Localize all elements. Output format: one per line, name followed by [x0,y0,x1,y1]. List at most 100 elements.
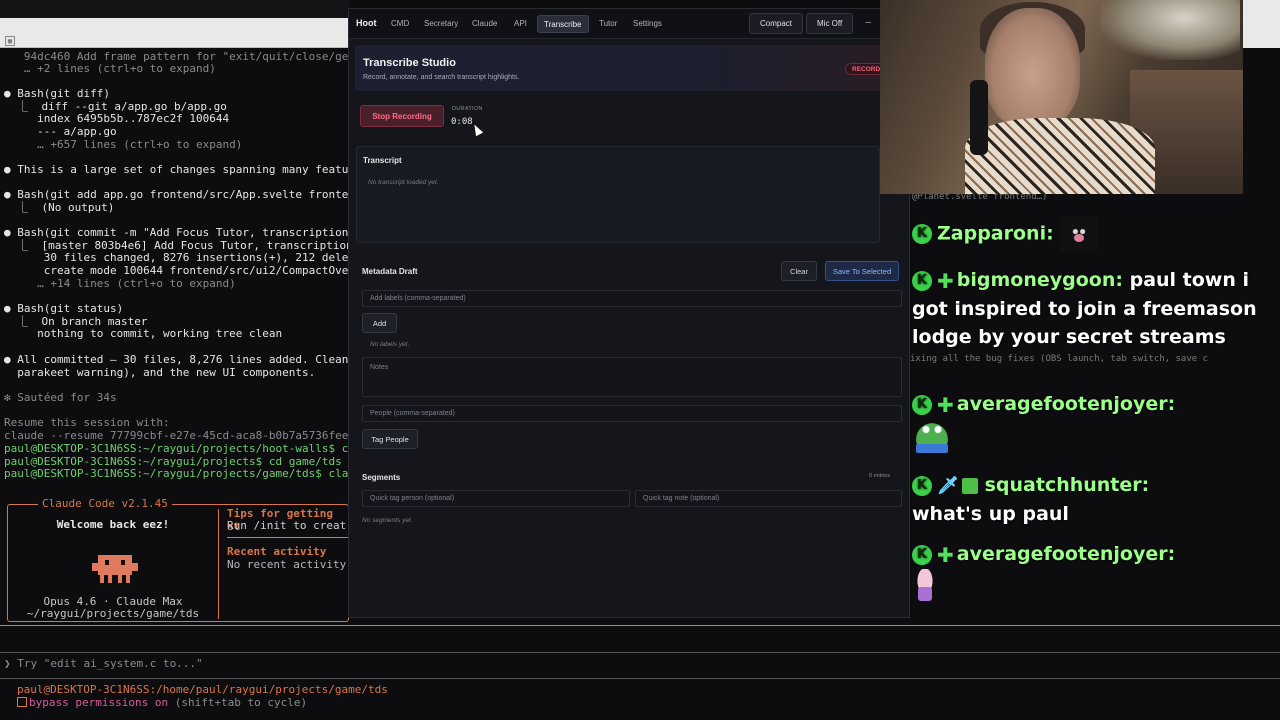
kick-badge-icon: K [912,475,932,496]
microphone-icon [970,80,988,155]
chat-message: K ✚ bigmoneygoon: paul town i got inspired… [912,266,1272,351]
gift-badge-icon [961,477,978,494]
no-labels-text: No labels yet. [370,341,410,348]
segments-count: 0 entries [869,473,891,479]
page-title: Transcribe Studio [363,57,456,69]
save-to-selected-button[interactable]: Save To Selected [825,261,899,281]
sword-badge-icon: 🗡 [937,475,959,496]
transcript-empty-text: No transcript loaded yet. [368,179,439,186]
minimize-button[interactable]: – [865,17,871,28]
kick-badge-icon: K [912,394,932,415]
add-label-button[interactable]: Add [362,313,397,333]
divider [227,537,349,538]
terminal-line: parakeet warning), and the new UI compon… [4,366,316,379]
transcript-card: Transcript No transcript loaded yet. [356,146,880,243]
terminal-line: ⎿ (No output) [4,201,115,214]
sub-badge-icon: ✚ [937,392,954,417]
chat-message: K 🗡 squatchhunter: what's up paul [912,471,1272,528]
terminal-line: ● Bash(git commit -m "Add Focus Tutor, t… [4,226,362,239]
kick-badge-icon: K [912,544,932,565]
divider [0,652,1280,653]
stop-recording-button[interactable]: Stop Recording [360,105,444,127]
clear-button[interactable]: Clear [781,261,817,281]
quick-tag-note-input[interactable]: Quick tag note (optional) [635,490,902,507]
ghost-terminal-text: ixing all the bug fixes (OBS launch, tab… [910,354,1209,364]
divider [0,625,1280,626]
tips-body: Run /init to create [227,519,347,532]
tab-claude[interactable]: Claude [466,15,503,33]
mouse-cursor-icon [470,122,484,137]
terminal-line: ● Bash(git status) [4,302,124,315]
terminal-line: paul@DESKTOP-3C1N6SS:~/raygui/projects/h… [4,442,355,455]
chat-username: averagefootenjoyer: [956,543,1176,565]
metadata-title: Metadata Draft [362,267,418,276]
compact-button[interactable]: Compact [749,13,804,34]
people-input[interactable]: People (comma-separated) [362,405,902,422]
terminal-line: paul@DESKTOP-3C1N6SS:~/raygui/projects/g… [4,467,362,480]
mic-toggle-button[interactable]: Mic Off [806,13,854,34]
claude-code-welcome-box: Claude Code v2.1.45 Welcome back eez! Op… [7,497,349,622]
terminal-line: ● Bash(git diff) [4,87,110,100]
tab-settings[interactable]: Settings [627,15,668,33]
tab-api[interactable]: API [508,15,533,33]
emote-icon [912,418,952,453]
terminal-line: ● This is a large set of changes spannin… [4,163,362,176]
tab-tutor[interactable]: Tutor [593,15,623,33]
studio-header: Transcribe Studio Record, annotate, and … [355,45,909,91]
emote-icon [912,568,938,603]
tab-transcribe[interactable]: Transcribe [537,15,589,33]
tab-secretary[interactable]: Secretary [418,15,464,33]
transcript-title: Transcript [363,156,402,165]
terminal-line: index 6495b5b..787ec2f 100644 [4,112,230,125]
terminal-titlebar [0,0,350,18]
divider [0,678,1280,679]
chat-message: K Zapparoni: [912,216,1272,252]
terminal-line: Resume this session with: [4,416,170,429]
chat-text: what's up paul [912,502,1069,525]
chat-username: bigmoneygoon: [956,269,1123,291]
project-path: ~/raygui/projects/game/tds [26,607,200,620]
page-subtitle: Record, annotate, and search transcript … [363,74,520,81]
terminal-line: claude --resume 77799cbf-e27e-45cd-aca8-… [4,429,349,442]
background-window-edge [1243,0,1280,48]
terminal-line: ✻ Sautéed for 34s [4,391,117,404]
kick-badge-icon: K [912,270,932,291]
prompt-input[interactable]: ❯ Try "edit ai_system.c to..." [4,657,203,670]
webcam-background-light [1100,0,1240,60]
labels-input[interactable]: Add labels (comma-separated) [362,290,902,307]
status-path: paul@DESKTOP-3C1N6SS:/home/paul/raygui/p… [17,683,388,696]
terminal-line: 30 files changed, 8276 insertions(+), 21… [4,251,362,264]
claude-code-title: Claude Code v2.1.45 [38,497,172,510]
terminal-line: ● All committed — 30 files, 8,276 lines … [4,353,362,366]
chat-overlay: @Planet.svelte frontend…) K Zapparoni: K ✚… [910,192,1280,622]
permissions-status: bypass permissions on (shift+tab to cycl… [17,696,307,709]
terminal-line: nothing to commit, working tree clean [4,327,283,340]
tag-people-button[interactable]: Tag People [362,429,418,449]
segments-title: Segments [362,473,401,482]
welcome-text: Welcome back eez! [56,518,170,531]
chat-message: K ✚ averagefootenjoyer: [912,390,1272,453]
webcam-feed [880,0,1243,194]
tab-cmd[interactable]: CMD [385,15,415,33]
terminal-line: … +657 lines (ctrl+o to expand) [4,138,243,151]
recent-activity-title: Recent activity [227,545,327,558]
emote-icon [1060,216,1099,252]
quick-tag-person-input[interactable]: Quick tag person (optional) [362,490,630,507]
chat-username: Zapparoni: [937,222,1054,245]
grid-icon[interactable]: ▦ [5,36,15,46]
claude-mascot-icon [92,555,138,583]
brand-logo[interactable]: Hoot [356,18,377,28]
chat-username: averagefootenjoyer: [956,393,1176,415]
duration-value: 0:08 [451,117,473,127]
permissions-hint: (shift+tab to cycle) [174,696,308,709]
terminal-line: … +14 lines (ctrl+o to expand) [4,277,236,290]
terminal-line: ● Bash(git add app.go frontend/src/App.s… [4,188,362,201]
divider [218,509,219,619]
sub-badge-icon: ✚ [937,542,954,567]
terminal-tab-strip: ▦ [0,18,350,48]
hoot-nav-bar: Hoot CMD Secretary Claude API Transcribe… [349,9,909,39]
terminal-line: … +2 lines (ctrl+o to expand) [4,62,216,75]
notes-textarea[interactable]: Notes [362,357,902,397]
webcam-person-face [985,8,1080,128]
pause-icon [17,697,27,707]
